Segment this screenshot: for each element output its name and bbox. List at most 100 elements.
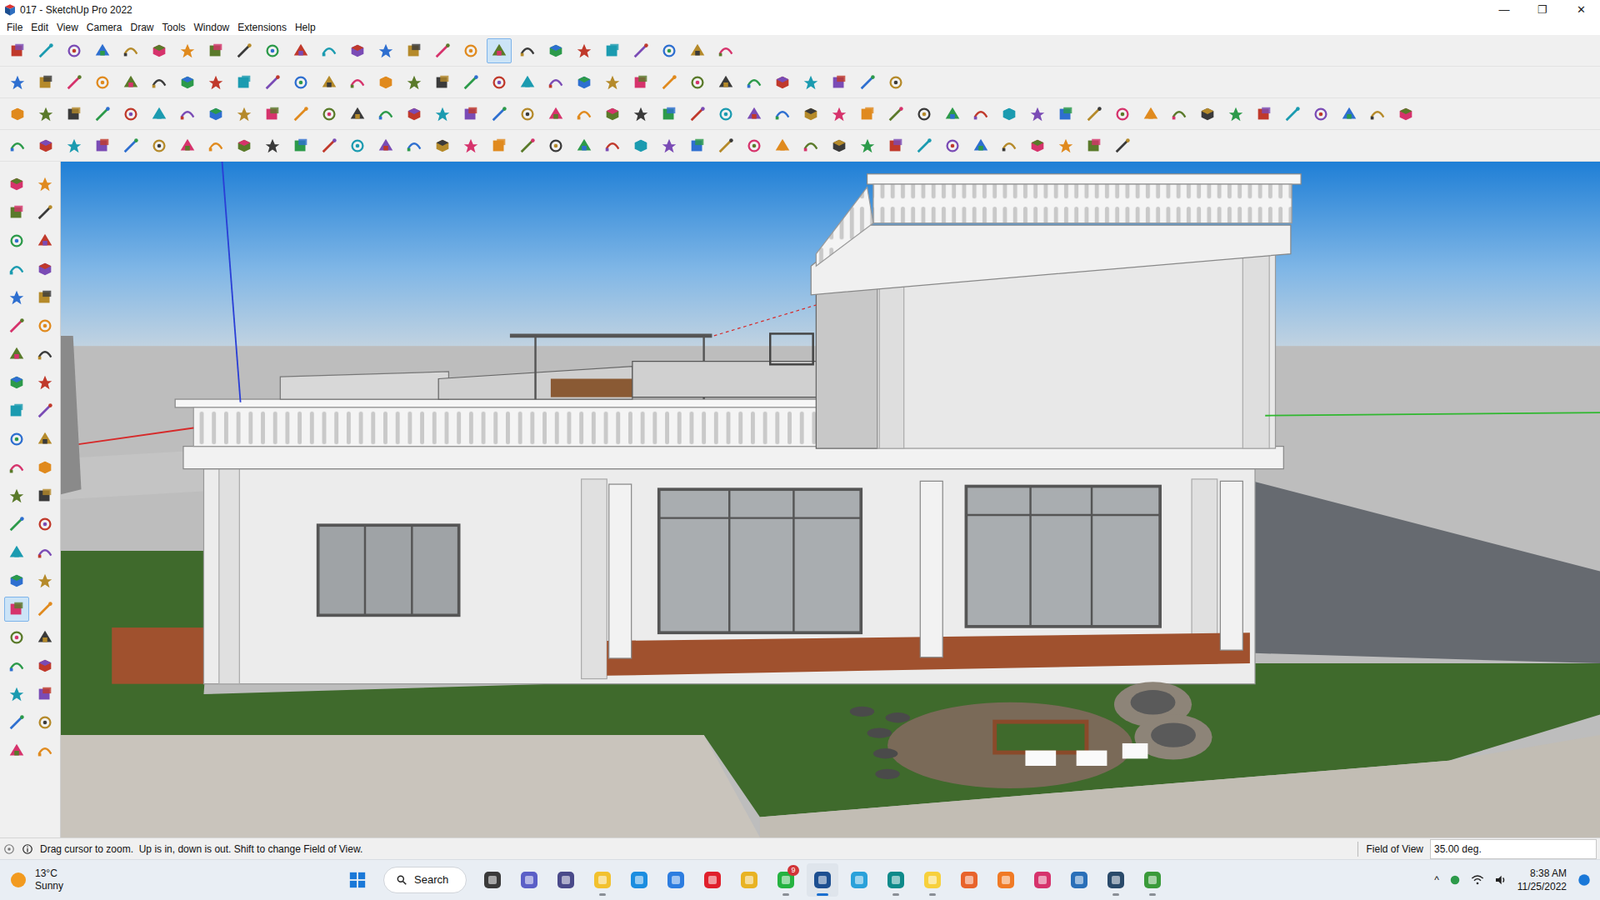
toolbar-button[interactable]	[260, 101, 285, 127]
toolbar-button[interactable]	[373, 133, 399, 159]
tool-button[interactable]	[4, 568, 30, 594]
toolbar-button[interactable]	[260, 70, 285, 95]
toolbar-button[interactable]	[458, 101, 484, 127]
toolbar-button[interactable]	[90, 70, 115, 95]
tool-button[interactable]	[32, 228, 58, 254]
toolbar-button[interactable]	[770, 133, 795, 159]
restore-button[interactable]: ❐	[1523, 1, 1562, 19]
tool-button[interactable]	[32, 738, 58, 764]
toolbar-button[interactable]	[713, 133, 739, 159]
toolbar-button[interactable]	[628, 70, 654, 95]
toolbar-button[interactable]	[288, 70, 314, 95]
toolbar-button[interactable]	[316, 38, 342, 64]
tool-button[interactable]	[4, 455, 30, 480]
tool-button[interactable]	[32, 710, 58, 735]
tool-button[interactable]	[4, 256, 30, 282]
tool-button[interactable]	[32, 256, 58, 282]
toolbar-button[interactable]	[345, 133, 370, 159]
toolbar-button[interactable]	[316, 101, 342, 127]
tool-button[interactable]	[32, 200, 58, 225]
toolbar-button[interactable]	[33, 38, 59, 64]
taskbar-app[interactable]: 9	[770, 863, 802, 897]
toolbar-button[interactable]	[231, 70, 257, 95]
toolbar-button[interactable]	[231, 133, 257, 159]
toolbar-button[interactable]	[90, 38, 115, 64]
toolbar-button[interactable]	[1365, 101, 1390, 127]
toolbar-button[interactable]	[401, 101, 427, 127]
toolbar-button[interactable]	[430, 38, 455, 64]
tray-chevron[interactable]: ^	[1434, 872, 1440, 888]
menu-item[interactable]: Help	[291, 20, 320, 35]
toolbar-button[interactable]	[5, 133, 30, 159]
taskbar-app[interactable]	[660, 863, 692, 897]
toolbar-button[interactable]	[713, 38, 739, 64]
toolbar-button[interactable]	[231, 101, 257, 127]
toolbar-button[interactable]	[798, 133, 824, 159]
toolbar-button[interactable]	[1053, 101, 1079, 127]
toolbar-button[interactable]	[1336, 101, 1362, 127]
toolbar-button[interactable]	[1053, 133, 1079, 159]
toolbar-button[interactable]	[656, 70, 682, 95]
toolbar-button[interactable]	[940, 133, 965, 159]
toolbar-button[interactable]	[571, 101, 597, 127]
toolbar-button[interactable]	[90, 101, 115, 127]
toolbar-button[interactable]	[61, 70, 87, 95]
tool-button[interactable]	[32, 596, 58, 622]
tool-button[interactable]	[4, 540, 30, 565]
toolbar-button[interactable]	[855, 70, 880, 95]
toolbar-button[interactable]	[146, 133, 172, 159]
toolbar-button[interactable]	[600, 101, 625, 127]
toolbar-button[interactable]	[855, 133, 880, 159]
toolbar-button[interactable]	[543, 38, 569, 64]
toolbar-button[interactable]	[231, 38, 257, 64]
tool-button[interactable]	[4, 426, 30, 452]
toolbar-button[interactable]	[798, 101, 824, 127]
toolbar-button[interactable]	[685, 38, 710, 64]
menu-item[interactable]: Window	[190, 20, 234, 35]
toolbar-button[interactable]	[1251, 101, 1277, 127]
tool-button[interactable]	[32, 653, 58, 679]
toolbar-button[interactable]	[968, 101, 994, 127]
menu-item[interactable]: Camera	[83, 20, 126, 35]
toolbar-button[interactable]	[911, 101, 937, 127]
house-model[interactable]	[60, 161, 1600, 838]
toolbar-button[interactable]	[458, 133, 484, 159]
toolbar-button[interactable]	[33, 70, 59, 95]
tool-button[interactable]	[32, 483, 58, 509]
toolbar-button[interactable]	[175, 101, 200, 127]
toolbar-button[interactable]	[656, 133, 682, 159]
toolbar-button[interactable]	[628, 38, 654, 64]
toolbar-button[interactable]	[628, 133, 654, 159]
toolbar-button[interactable]	[685, 133, 710, 159]
toolbar-button[interactable]	[883, 101, 909, 127]
toolbar-button[interactable]	[5, 38, 30, 64]
taskbar-app[interactable]	[476, 863, 509, 897]
toolbar-button[interactable]	[826, 70, 852, 95]
toolbar-button[interactable]	[1081, 133, 1107, 159]
toolbar-button[interactable]	[1280, 101, 1305, 127]
toolbar-button[interactable]	[543, 101, 569, 127]
close-button[interactable]: ✕	[1561, 1, 1600, 19]
toolbar-button[interactable]	[316, 133, 342, 159]
toolbar-button[interactable]	[146, 70, 172, 95]
tool-button[interactable]	[32, 455, 58, 480]
toolbar-button[interactable]	[118, 38, 144, 64]
tool-button[interactable]	[4, 596, 30, 622]
toolbar-button[interactable]	[175, 133, 200, 159]
tool-button[interactable]	[32, 341, 58, 367]
toolbar-button[interactable]	[713, 70, 739, 95]
toolbar-button[interactable]	[5, 70, 30, 95]
toolbar-button[interactable]	[203, 133, 229, 159]
minimize-button[interactable]: —	[1485, 1, 1524, 19]
toolbar-button[interactable]	[61, 133, 87, 159]
toolbar-button[interactable]	[600, 70, 625, 95]
toolbar-button[interactable]	[940, 101, 965, 127]
toolbar-button[interactable]	[883, 133, 909, 159]
tool-button[interactable]	[4, 483, 30, 509]
toolbar-button[interactable]	[600, 133, 625, 159]
toolbar-button[interactable]	[175, 70, 200, 95]
toolbar-button[interactable]	[1025, 133, 1050, 159]
toolbar-button[interactable]	[118, 70, 144, 95]
toolbar-button[interactable]	[515, 70, 540, 95]
tool-button[interactable]	[4, 511, 30, 537]
